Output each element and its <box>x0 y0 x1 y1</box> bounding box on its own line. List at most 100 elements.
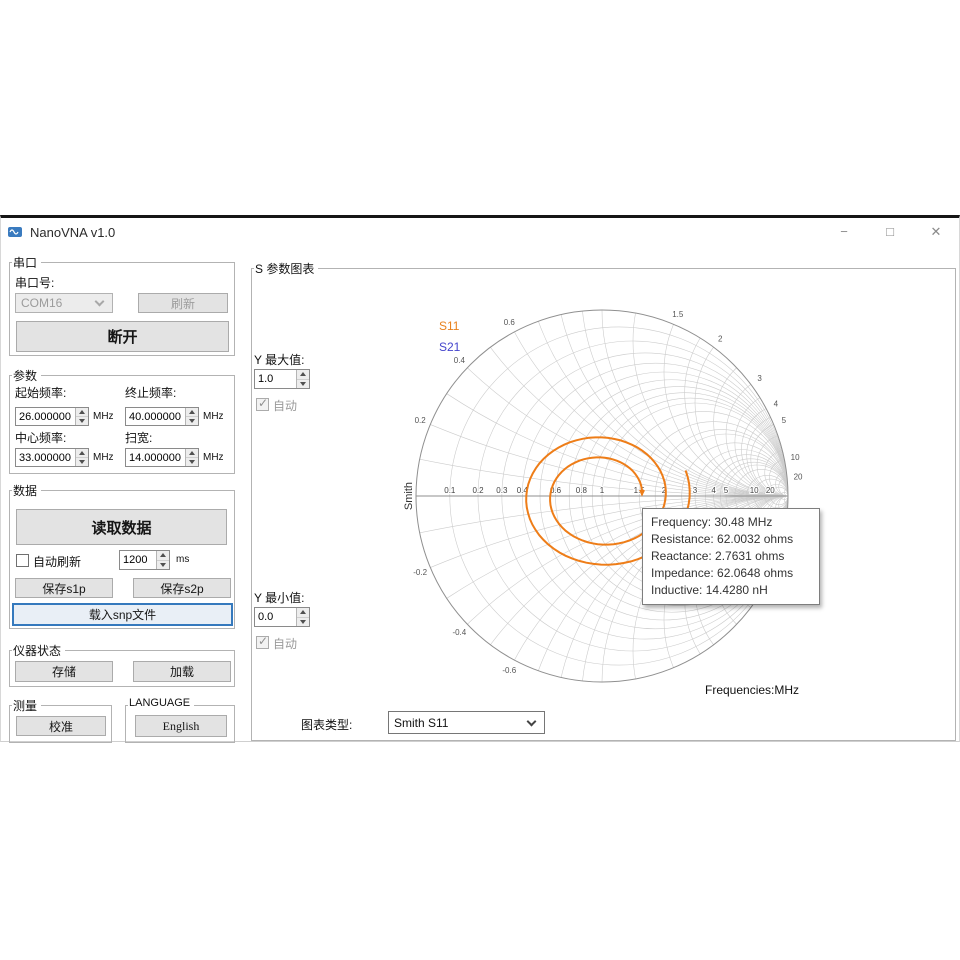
serial-port-select[interactable]: COM16 <box>15 293 113 313</box>
spin-down-icon[interactable] <box>186 457 198 466</box>
disconnect-button[interactable]: 断开 <box>16 321 229 352</box>
titlebar[interactable]: NanoVNA v1.0 − □ ✕ <box>1 218 959 246</box>
chevron-down-icon <box>94 296 105 307</box>
start-frequency-input[interactable]: 26.000000 <box>15 407 89 426</box>
chart-type-select[interactable]: Smith S11 <box>388 711 545 734</box>
y-min-auto-label: 自动 <box>273 637 298 651</box>
spin-up-icon[interactable] <box>297 370 309 379</box>
window-title: NanoVNA v1.0 <box>30 224 116 240</box>
spin-down-icon[interactable] <box>186 416 198 425</box>
spinner-buttons[interactable] <box>185 408 198 425</box>
svg-text:-0.2: -0.2 <box>413 568 427 577</box>
spinner-buttons[interactable] <box>156 551 169 569</box>
svg-text:0.1: 0.1 <box>444 486 456 495</box>
spin-down-icon[interactable] <box>76 457 88 466</box>
auto-refresh-checkbox[interactable] <box>16 554 29 567</box>
spinner-buttons[interactable] <box>75 449 88 466</box>
center-frequency-label: 中心频率: <box>15 431 67 445</box>
desktop: NanoVNA v1.0 − □ ✕ 串口 串口号: COM16 刷新 断开 参… <box>0 0 960 960</box>
measure-group: 测量 校准 <box>9 697 112 743</box>
chart-group-label: S 参数图表 <box>254 260 319 277</box>
serial-port-label: 串口号: <box>15 276 55 290</box>
serial-group-label: 串口 <box>12 254 42 271</box>
frequencies-unit-label: Frequencies:MHz <box>705 683 800 697</box>
legend-s11: S11 <box>439 319 460 333</box>
measure-group-label: 测量 <box>12 697 42 714</box>
spinner-buttons[interactable] <box>75 408 88 425</box>
load-snp-button[interactable]: 载入snp文件 <box>12 603 233 626</box>
maximize-button[interactable]: □ <box>867 219 913 245</box>
y-max-value[interactable]: 1.0 <box>255 370 296 388</box>
spin-up-icon[interactable] <box>76 408 88 416</box>
svg-text:0.4: 0.4 <box>454 356 466 365</box>
chart-type-value: Smith S11 <box>394 715 449 730</box>
spin-up-icon[interactable] <box>76 449 88 457</box>
y-min-value[interactable]: 0.0 <box>255 608 296 626</box>
english-button[interactable]: English <box>135 715 227 737</box>
marker-tooltip: Frequency: 30.48 MHz Resistance: 62.0032… <box>642 508 820 605</box>
close-button[interactable]: ✕ <box>913 219 959 245</box>
svg-text:2: 2 <box>718 334 723 343</box>
spin-up-icon[interactable] <box>157 551 169 560</box>
svg-text:5: 5 <box>782 416 787 425</box>
auto-refresh-label: 自动刷新 <box>33 555 82 569</box>
spinner-buttons[interactable] <box>296 370 309 388</box>
refresh-interval-value[interactable]: 1200 <box>120 551 156 569</box>
calibrate-button[interactable]: 校准 <box>16 716 106 736</box>
center-frequency-input[interactable]: 33.000000 <box>15 448 89 467</box>
chart-type-label: 图表类型: <box>301 718 353 732</box>
legend-s21: S21 <box>439 340 461 354</box>
minimize-button[interactable]: − <box>821 219 867 245</box>
spin-up-icon[interactable] <box>297 608 309 617</box>
center-frequency-value[interactable]: 33.000000 <box>16 449 75 466</box>
svg-text:0.3: 0.3 <box>496 486 508 495</box>
serial-port-value: COM16 <box>21 296 63 310</box>
stop-frequency-input[interactable]: 40.000000 <box>125 407 199 426</box>
spin-down-icon[interactable] <box>297 616 309 626</box>
read-data-button[interactable]: 读取数据 <box>16 509 227 545</box>
span-value[interactable]: 14.000000 <box>126 449 185 466</box>
svg-text:0.8: 0.8 <box>576 486 588 495</box>
svg-text:0.6: 0.6 <box>504 318 516 327</box>
refresh-interval-input[interactable]: 1200 <box>119 550 170 570</box>
serial-group: 串口 串口号: COM16 刷新 断开 <box>9 254 235 356</box>
y-max-auto-checkbox[interactable] <box>256 396 269 411</box>
store-button[interactable]: 存储 <box>15 661 113 682</box>
span-input[interactable]: 14.000000 <box>125 448 199 467</box>
tooltip-reactance: Reactance: 2.7631 ohms <box>651 549 785 563</box>
svg-text:4: 4 <box>711 486 716 495</box>
y-max-input[interactable]: 1.0 <box>254 369 310 389</box>
save-s2p-button[interactable]: 保存s2p <box>133 578 231 598</box>
start-frequency-label: 起始频率: <box>15 386 67 400</box>
stop-frequency-value[interactable]: 40.000000 <box>126 408 185 425</box>
start-frequency-value[interactable]: 26.000000 <box>16 408 75 425</box>
spin-down-icon[interactable] <box>157 559 169 569</box>
spinner-buttons[interactable] <box>185 449 198 466</box>
y-min-auto-checkbox[interactable] <box>256 634 269 649</box>
data-group-label: 数据 <box>12 482 42 499</box>
load-button[interactable]: 加载 <box>133 661 231 682</box>
tooltip-frequency: Frequency: 30.48 MHz <box>651 515 773 529</box>
svg-text:-0.6: -0.6 <box>502 666 516 675</box>
refresh-button[interactable]: 刷新 <box>138 293 228 313</box>
svg-text:3: 3 <box>757 374 762 383</box>
spin-up-icon[interactable] <box>186 408 198 416</box>
instrument-group: 仪器状态 存储 加载 <box>9 642 235 687</box>
svg-text:1.5: 1.5 <box>672 310 684 319</box>
svg-text:20: 20 <box>794 472 803 481</box>
svg-text:4: 4 <box>774 399 779 408</box>
language-group: LANGUAGE English <box>125 697 235 743</box>
spinner-buttons[interactable] <box>296 608 309 626</box>
spin-down-icon[interactable] <box>76 416 88 425</box>
tooltip-inductance: Inductive: 14.4280 nH <box>651 583 768 597</box>
y-max-label: Y 最大值: <box>254 353 305 367</box>
svg-text:1: 1 <box>600 486 605 495</box>
span-unit: MHz <box>203 452 224 463</box>
refresh-interval-unit: ms <box>176 554 190 565</box>
spin-down-icon[interactable] <box>297 378 309 388</box>
y-min-input[interactable]: 0.0 <box>254 607 310 627</box>
app-icon <box>7 224 23 240</box>
smith-chart[interactable]: 0.1 0.2 0.3 0.4 0.6 0.8 1 1.5 2 3 4 5 10 200.20.40.61… <box>402 296 803 696</box>
spin-up-icon[interactable] <box>186 449 198 457</box>
save-s1p-button[interactable]: 保存s1p <box>15 578 113 598</box>
